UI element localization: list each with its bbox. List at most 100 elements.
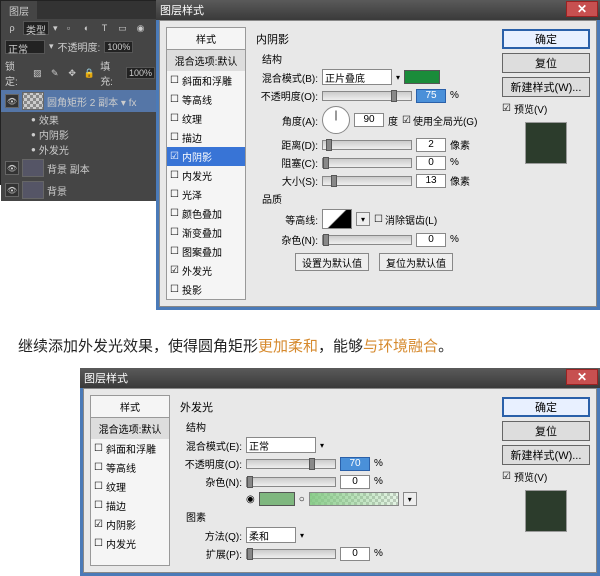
cancel-button[interactable]: 复位 <box>502 53 590 73</box>
dialog-title-text: 图层样式 <box>84 370 128 386</box>
filter-icon-2[interactable]: ◐ <box>80 21 94 35</box>
style-inner-shadow[interactable]: 内阴影 <box>91 515 169 534</box>
cancel-button[interactable]: 复位 <box>502 421 590 441</box>
make-default-button[interactable]: 设置为默认值 <box>295 253 369 271</box>
ok-button[interactable]: 确定 <box>502 397 590 417</box>
layer-row-selected[interactable]: 👁 圆角矩形 2 副本 ▾ fx <box>1 90 159 112</box>
fill-value[interactable]: 100% <box>126 67 155 79</box>
layer-row-bg[interactable]: 👁 背景 <box>1 179 159 201</box>
preview-checkbox[interactable]: ☑预览(V) <box>502 469 590 484</box>
choke-input[interactable]: 0 <box>416 156 446 170</box>
choke-slider[interactable] <box>322 158 412 168</box>
opacity-value[interactable]: 100% <box>104 41 133 53</box>
lock-icon-3[interactable]: ✥ <box>65 66 78 80</box>
distance-input[interactable]: 2 <box>416 138 446 152</box>
style-satin[interactable]: 光泽 <box>167 185 245 204</box>
px-unit: 像素 <box>450 173 470 188</box>
style-color-overlay[interactable]: 颜色叠加 <box>167 204 245 223</box>
style-stroke[interactable]: 描边 <box>91 496 169 515</box>
opacity-slider[interactable] <box>246 459 336 469</box>
layer-row-bgcopy[interactable]: 👁 背景 副本 <box>1 157 159 179</box>
blend-options[interactable]: 混合选项:默认 <box>91 418 169 439</box>
style-inner-glow[interactable]: 内发光 <box>91 534 169 553</box>
dialog-buttons: 确定 复位 新建样式(W)... ☑预览(V) <box>502 27 590 300</box>
close-icon[interactable]: ✕ <box>566 1 598 17</box>
color-swatch[interactable] <box>404 70 440 84</box>
spread-slider[interactable] <box>246 549 336 559</box>
lock-icon-2[interactable]: ✎ <box>48 66 61 80</box>
method-select[interactable]: 柔和 <box>246 527 296 543</box>
style-pattern-overlay[interactable]: 图案叠加 <box>167 242 245 261</box>
opacity-slider[interactable] <box>322 91 412 101</box>
lock-icon-1[interactable]: ▨ <box>31 66 44 80</box>
new-style-button[interactable]: 新建样式(W)... <box>502 77 590 97</box>
glow-color-swatch[interactable] <box>259 492 295 506</box>
filter-icon-5[interactable]: ◉ <box>134 21 148 35</box>
style-contour[interactable]: 等高线 <box>167 90 245 109</box>
filter-icon-1[interactable]: ▫ <box>62 21 76 35</box>
noise-input[interactable]: 0 <box>416 233 446 247</box>
blend-mode-select[interactable]: 正常 <box>246 437 316 453</box>
angle-input[interactable]: 90 <box>354 113 384 127</box>
distance-slider[interactable] <box>322 140 412 150</box>
style-inner-shadow[interactable]: 内阴影 <box>167 147 245 166</box>
elements-label: 图素 <box>186 509 492 524</box>
visibility-icon[interactable]: 👁 <box>5 161 19 175</box>
preview-swatch <box>525 122 567 164</box>
solid-radio[interactable]: ◉ <box>246 494 255 505</box>
style-bevel[interactable]: 斜面和浮雕 <box>167 71 245 90</box>
close-icon[interactable]: ✕ <box>566 369 598 385</box>
opacity-label: 不透明度(O): <box>256 88 318 103</box>
noise-slider[interactable] <box>322 235 412 245</box>
angle-dial[interactable] <box>322 106 350 134</box>
lock-icon-4[interactable]: 🔒 <box>83 66 96 80</box>
dialog-titlebar[interactable]: 图层样式 ✕ <box>80 368 600 388</box>
style-contour[interactable]: 等高线 <box>91 458 169 477</box>
preview-checkbox[interactable]: ☑预览(V) <box>502 101 590 116</box>
noise-slider[interactable] <box>246 477 336 487</box>
kind-select[interactable]: 类型 <box>23 21 49 35</box>
fx-inner-shadow[interactable]: ●内阴影 <box>1 127 159 142</box>
reset-default-button[interactable]: 复位为默认值 <box>379 253 453 271</box>
blend-select[interactable]: 正常 <box>5 40 45 54</box>
pct-unit: % <box>450 234 459 245</box>
fx-outer-glow[interactable]: ●外发光 <box>1 142 159 157</box>
opacity-input[interactable]: 70 <box>340 457 370 471</box>
blend-mode-label: 混合模式(E): <box>180 438 242 453</box>
gradient-radio[interactable]: ○ <box>299 494 305 505</box>
pct-unit: % <box>450 157 459 168</box>
ok-button[interactable]: 确定 <box>502 29 590 49</box>
size-slider[interactable] <box>322 176 412 186</box>
gradient-picker[interactable] <box>309 492 399 506</box>
style-drop-shadow[interactable]: 投影 <box>167 280 245 299</box>
global-light-checkbox[interactable]: ☑使用全局光(G) <box>402 113 477 128</box>
filter-icon-4[interactable]: ▭ <box>116 21 130 35</box>
blend-mode-select[interactable]: 正片叠底 <box>322 69 392 85</box>
noise-input[interactable]: 0 <box>340 475 370 489</box>
style-inner-glow[interactable]: 内发光 <box>167 166 245 185</box>
chevron-down-icon[interactable]: ▾ <box>403 492 417 506</box>
dialog-titlebar[interactable]: 图层样式 ✕ <box>156 0 600 20</box>
contour-picker[interactable] <box>322 209 352 229</box>
layers-tab[interactable]: 图层 <box>1 1 37 19</box>
style-texture[interactable]: 纹理 <box>91 477 169 496</box>
pct-unit: % <box>450 90 459 101</box>
style-gradient-overlay[interactable]: 渐变叠加 <box>167 223 245 242</box>
spread-input[interactable]: 0 <box>340 547 370 561</box>
antialias-checkbox[interactable]: ☐消除锯齿(L) <box>374 212 437 227</box>
visibility-icon[interactable]: 👁 <box>5 94 19 108</box>
style-texture[interactable]: 纹理 <box>167 109 245 128</box>
section-title: 外发光 <box>180 399 492 415</box>
filter-icon-3[interactable]: T <box>98 21 112 35</box>
new-style-button[interactable]: 新建样式(W)... <box>502 445 590 465</box>
layer-name: 背景 <box>47 183 67 198</box>
opacity-input[interactable]: 75 <box>416 89 446 103</box>
fx-header[interactable]: ●效果 <box>1 112 159 127</box>
visibility-icon[interactable]: 👁 <box>5 183 19 197</box>
size-input[interactable]: 13 <box>416 174 446 188</box>
blend-options[interactable]: 混合选项:默认 <box>167 50 245 71</box>
style-stroke[interactable]: 描边 <box>167 128 245 147</box>
style-outer-glow[interactable]: 外发光 <box>167 261 245 280</box>
style-bevel[interactable]: 斜面和浮雕 <box>91 439 169 458</box>
chevron-down-icon[interactable]: ▾ <box>356 212 370 226</box>
